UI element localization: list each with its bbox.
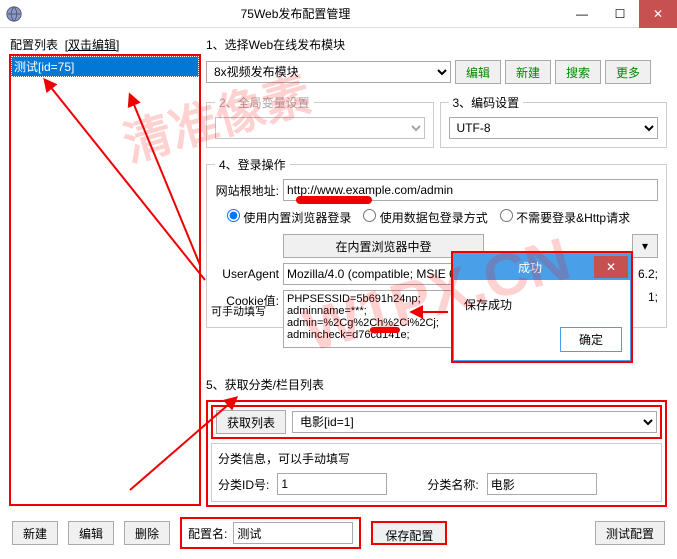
app-icon [5, 5, 23, 23]
maximize-button[interactable]: ☐ [601, 0, 639, 28]
module-select[interactable]: 8x视频发布模块 [206, 61, 451, 83]
category-id-label: 分类ID号: [218, 476, 269, 493]
test-config-button[interactable]: 测试配置 [595, 521, 665, 545]
manual-fill-label: 可手动填写 [211, 303, 271, 319]
cookie-trail: 1; [648, 290, 658, 304]
step5-label: 5、获取分类/栏目列表 [206, 376, 667, 393]
root-url-label: 网站根地址: [215, 182, 279, 199]
config-listbox[interactable]: 测试[id=75] [10, 55, 200, 505]
global-vars-select [215, 117, 425, 139]
category-info-label: 分类信息，可以手动填写 [218, 450, 655, 467]
radio-builtin-browser[interactable]: 使用内置浏览器登录 [227, 209, 351, 226]
window-title: 75Web发布配置管理 [28, 5, 563, 22]
more-module-button[interactable]: 更多 [605, 60, 651, 84]
radio-packet-login[interactable]: 使用数据包登录方式 [363, 209, 487, 226]
get-list-button[interactable]: 获取列表 [216, 410, 286, 434]
encoding-select[interactable]: UTF-8 [449, 117, 659, 139]
root-url-input[interactable] [283, 179, 658, 201]
global-vars-group: 2、全局变量设置 [206, 94, 434, 148]
category-id-input[interactable] [277, 473, 387, 495]
list-item[interactable]: 测试[id=75] [11, 56, 199, 77]
config-list-header: 配置列表 [双击编辑] [10, 36, 200, 53]
title-bar: 75Web发布配置管理 — ☐ ✕ [0, 0, 677, 28]
new-module-button[interactable]: 新建 [505, 60, 551, 84]
step1-label: 1、选择Web在线发布模块 [206, 36, 667, 53]
dialog-message: 保存成功 [464, 298, 512, 312]
radio-no-login[interactable]: 不需要登录&Http请求 [500, 209, 630, 226]
ua-trail: 6.2; [638, 267, 658, 281]
search-module-button[interactable]: 搜索 [555, 60, 601, 84]
close-button[interactable]: ✕ [639, 0, 677, 28]
dialog-titlebar: 成功 ✕ [454, 254, 630, 280]
encoding-group: 3、编码设置 UTF-8 [440, 94, 668, 148]
category-select[interactable]: 电影[id=1] [292, 411, 657, 433]
edit-module-button[interactable]: 编辑 [455, 60, 501, 84]
dialog-close-button[interactable]: ✕ [594, 256, 628, 278]
config-name-label: 配置名: [188, 525, 227, 542]
dialog-title: 成功 [518, 259, 542, 276]
useragent-label: UserAgent [215, 267, 279, 281]
bottom-delete-button[interactable]: 删除 [124, 521, 170, 545]
success-dialog: 成功 ✕ 保存成功 确定 [452, 252, 632, 362]
dialog-body: 保存成功 [454, 280, 630, 319]
bottom-new-button[interactable]: 新建 [12, 521, 58, 545]
window-controls: — ☐ ✕ [563, 0, 677, 28]
save-config-button[interactable]: 保存配置 [371, 521, 447, 545]
dialog-ok-button[interactable]: 确定 [560, 327, 622, 352]
minimize-button[interactable]: — [563, 0, 601, 28]
bottom-edit-button[interactable]: 编辑 [68, 521, 114, 545]
category-name-label: 分类名称: [427, 476, 478, 493]
config-name-input[interactable] [233, 522, 353, 544]
aux-button[interactable]: ▾ [632, 234, 658, 258]
category-name-input[interactable] [487, 473, 597, 495]
